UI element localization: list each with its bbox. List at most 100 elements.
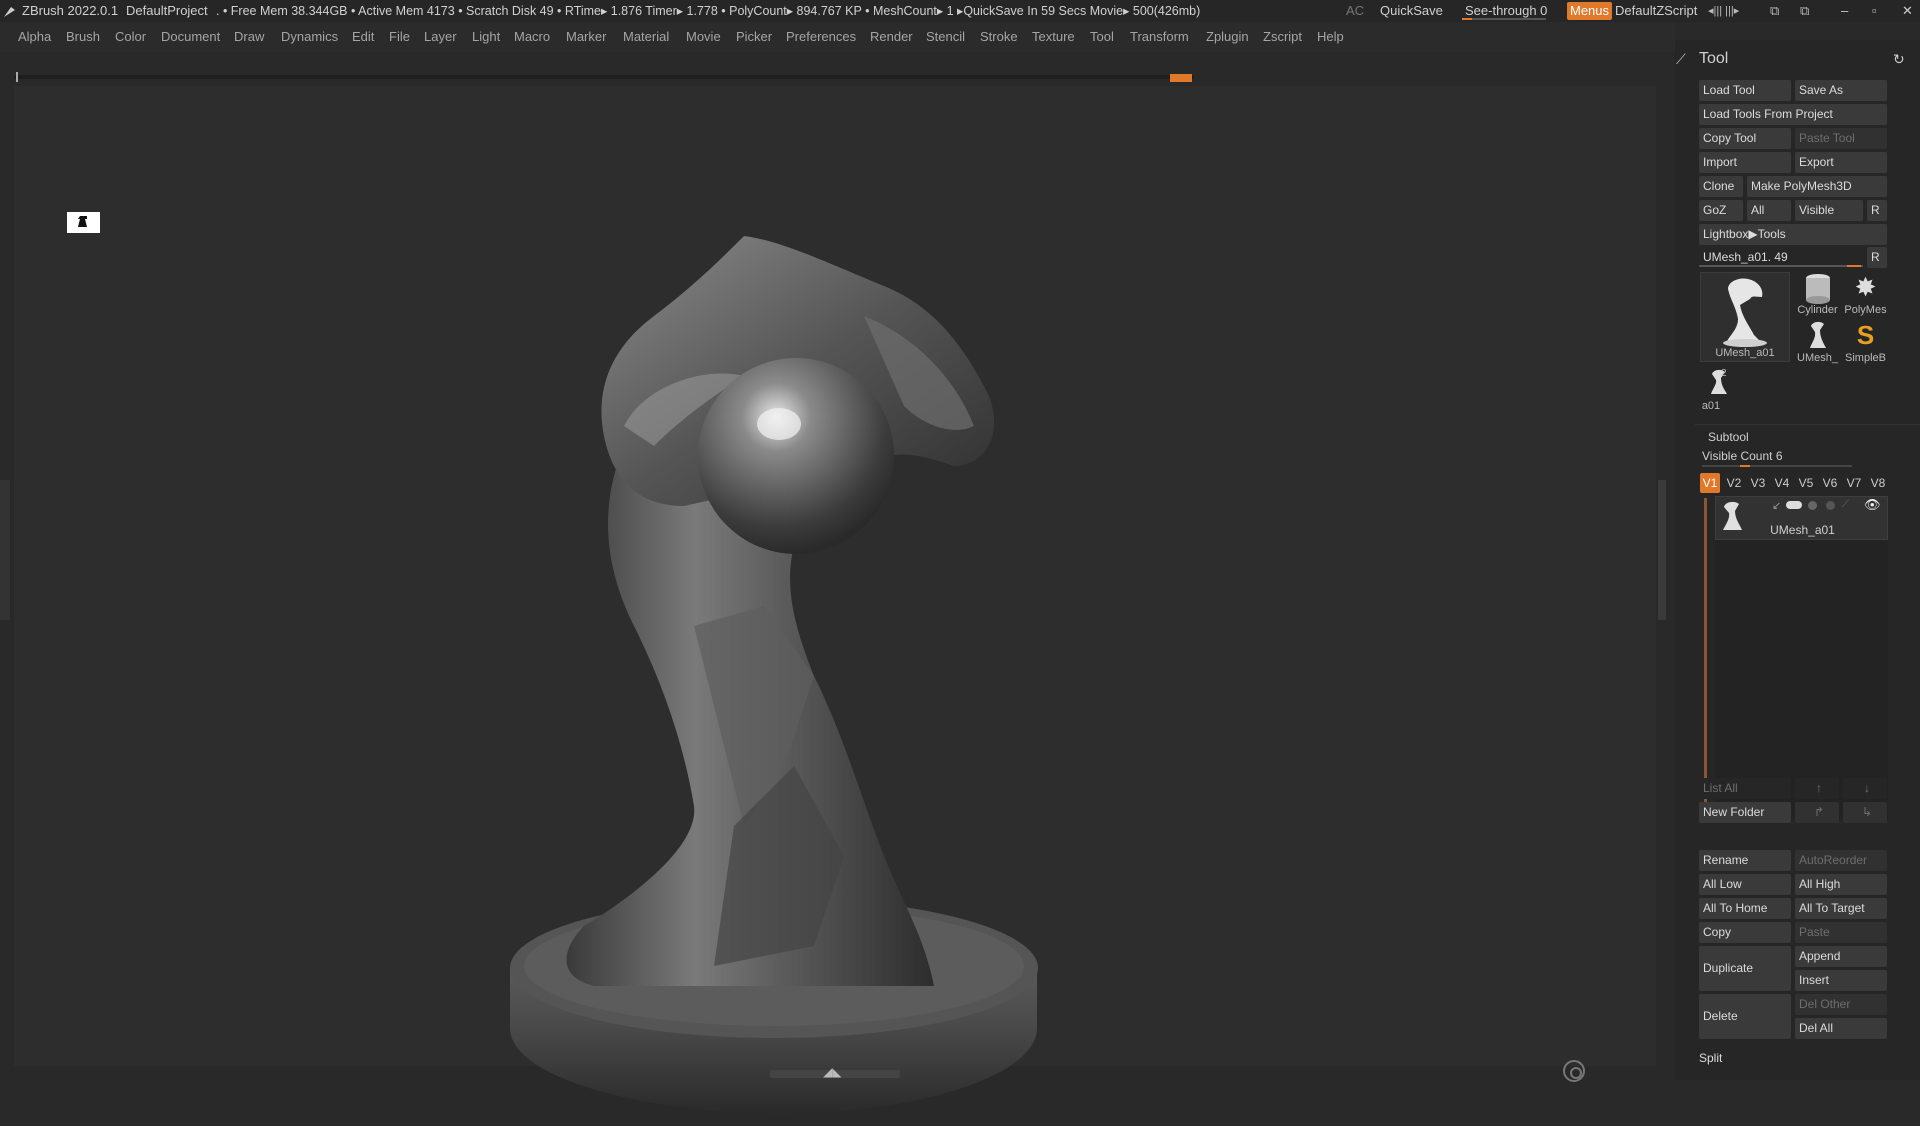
timeline-track[interactable]: [14, 75, 1194, 79]
right-tray-handle[interactable]: [1658, 480, 1666, 620]
goz-button[interactable]: GoZ: [1699, 200, 1743, 221]
restore-icon[interactable]: ▫: [1872, 0, 1877, 22]
autoreorder-button[interactable]: AutoReorder: [1795, 850, 1887, 871]
goz-r-button[interactable]: R: [1867, 200, 1887, 221]
version-v7-button[interactable]: V7: [1844, 473, 1864, 493]
menu-dynamics[interactable]: Dynamics: [281, 22, 338, 52]
paste-subtool-button[interactable]: Paste: [1795, 922, 1887, 943]
import-button[interactable]: Import: [1699, 152, 1791, 173]
menu-alpha[interactable]: Alpha: [18, 22, 51, 52]
timeline-marker[interactable]: [1170, 74, 1192, 82]
goz-all-button[interactable]: All: [1747, 200, 1791, 221]
paste-tool-button[interactable]: Paste Tool: [1795, 128, 1887, 149]
copy-subtool-button[interactable]: Copy: [1699, 922, 1791, 943]
export-button[interactable]: Export: [1795, 152, 1887, 173]
version-v5-button[interactable]: V5: [1796, 473, 1816, 493]
subtool-polypaint-toggle[interactable]: [1786, 501, 1802, 509]
sculpt-model[interactable]: [484, 206, 1164, 1126]
minimize-icon[interactable]: –: [1841, 0, 1848, 22]
menu-material[interactable]: Material: [623, 22, 669, 52]
make-polymesh3d-button[interactable]: Make PolyMesh3D: [1747, 176, 1887, 197]
visible-count-slider[interactable]: Visible Count 6: [1702, 449, 1852, 467]
load-tool-button[interactable]: Load Tool: [1699, 80, 1791, 101]
bottom-tray-toggle-icon[interactable]: ◢◣: [823, 1065, 841, 1079]
menu-help[interactable]: Help: [1317, 22, 1344, 52]
menu-movie[interactable]: Movie: [686, 22, 721, 52]
layout-icons[interactable]: ◂||| |||▸: [1708, 0, 1739, 22]
project-name[interactable]: DefaultProject: [126, 0, 208, 22]
all-high-button[interactable]: All High: [1795, 874, 1887, 895]
menu-marker[interactable]: Marker: [566, 22, 606, 52]
version-v8-button[interactable]: V8: [1868, 473, 1888, 493]
move-up-icon[interactable]: ↑: [1795, 778, 1839, 799]
subtool-edit-icon[interactable]: ↙: [1772, 499, 1781, 512]
all-to-target-button[interactable]: All To Target: [1795, 898, 1887, 919]
tool-thumb-a01[interactable]: a01 2: [1699, 368, 1739, 412]
subtool-brush-icon[interactable]: ⟋: [1842, 499, 1849, 510]
see-through-track[interactable]: [1462, 18, 1546, 20]
version-v3-button[interactable]: V3: [1748, 473, 1768, 493]
menu-edit[interactable]: Edit: [352, 22, 374, 52]
menu-file[interactable]: File: [389, 22, 410, 52]
menu-stencil[interactable]: Stencil: [926, 22, 965, 52]
all-low-button[interactable]: All Low: [1699, 874, 1791, 895]
subtool-solo-icon[interactable]: [1826, 501, 1835, 510]
menu-light[interactable]: Light: [472, 22, 500, 52]
subtool-item[interactable]: ↙ ⟋ 👁 UMesh_a01: [1715, 496, 1888, 540]
menu-draw[interactable]: Draw: [234, 22, 264, 52]
tool-thumb-polymesh[interactable]: ✸ PolyMes: [1843, 272, 1888, 316]
folder-out-icon[interactable]: ↳: [1843, 802, 1887, 823]
load-tools-from-project-button[interactable]: Load Tools From Project: [1699, 104, 1887, 125]
append-button[interactable]: Append: [1795, 946, 1887, 967]
subtool-visibility-eye-icon[interactable]: 👁: [1864, 497, 1881, 513]
left-tray-handle[interactable]: [0, 480, 10, 620]
tool-thumb-umesh-main[interactable]: UMesh_a01: [1700, 272, 1790, 362]
menu-transform[interactable]: Transform: [1130, 22, 1189, 52]
tool-thumb-cylinder[interactable]: Cylinder: [1795, 272, 1840, 316]
delete-button[interactable]: Delete: [1699, 994, 1791, 1039]
rotate-gizmo-icon[interactable]: [1563, 1060, 1585, 1082]
version-v6-button[interactable]: V6: [1820, 473, 1840, 493]
current-tool-slider[interactable]: UMesh_a01. 49: [1699, 247, 1863, 268]
close-icon[interactable]: ✕: [1902, 0, 1913, 22]
document-canvas[interactable]: [14, 86, 1656, 1114]
window-layout-icon[interactable]: ⧉: [1770, 0, 1779, 22]
duplicate-button[interactable]: Duplicate: [1699, 946, 1791, 991]
menu-macro[interactable]: Macro: [514, 22, 550, 52]
menu-brush[interactable]: Brush: [66, 22, 100, 52]
move-down-icon[interactable]: ↓: [1843, 778, 1887, 799]
rename-button[interactable]: Rename: [1699, 850, 1791, 871]
menu-texture[interactable]: Texture: [1032, 22, 1075, 52]
all-to-home-button[interactable]: All To Home: [1699, 898, 1791, 919]
new-folder-button[interactable]: New Folder: [1699, 802, 1791, 823]
canvas-reference-icon[interactable]: [67, 212, 100, 233]
del-all-button[interactable]: Del All: [1795, 1018, 1887, 1039]
del-other-button[interactable]: Del Other: [1795, 994, 1887, 1015]
split-section[interactable]: Split: [1695, 1048, 1891, 1069]
subtool-mask-icon[interactable]: [1808, 501, 1817, 510]
ac-label[interactable]: AC: [1346, 0, 1364, 22]
tool-thumb-simplebrush[interactable]: S SimpleB: [1843, 320, 1888, 364]
copy-tool-button[interactable]: Copy Tool: [1699, 128, 1791, 149]
clone-button[interactable]: Clone: [1699, 176, 1743, 197]
version-v1-button[interactable]: V1: [1700, 473, 1720, 493]
subtool-title[interactable]: Subtool: [1708, 430, 1749, 444]
tool-thumb-umesh[interactable]: UMesh_: [1795, 320, 1840, 364]
menus-button[interactable]: Menus: [1567, 2, 1613, 20]
save-as-button[interactable]: Save As: [1795, 80, 1887, 101]
menu-color[interactable]: Color: [115, 22, 146, 52]
list-all-button[interactable]: List All: [1699, 778, 1791, 799]
tool-r-button[interactable]: R: [1867, 247, 1887, 268]
window-layout-2-icon[interactable]: ⧉: [1800, 0, 1809, 22]
version-v2-button[interactable]: V2: [1724, 473, 1744, 493]
menu-zplugin[interactable]: Zplugin: [1206, 22, 1249, 52]
default-zscript-button[interactable]: DefaultZScript: [1615, 0, 1697, 22]
lightbox-tools-button[interactable]: Lightbox▶Tools: [1699, 224, 1887, 245]
menu-picker[interactable]: Picker: [736, 22, 772, 52]
quicksave-button[interactable]: QuickSave: [1380, 0, 1443, 22]
menu-document[interactable]: Document: [161, 22, 220, 52]
menu-tool[interactable]: Tool: [1090, 22, 1114, 52]
insert-button[interactable]: Insert: [1795, 970, 1887, 991]
menu-render[interactable]: Render: [870, 22, 913, 52]
menu-stroke[interactable]: Stroke: [980, 22, 1018, 52]
